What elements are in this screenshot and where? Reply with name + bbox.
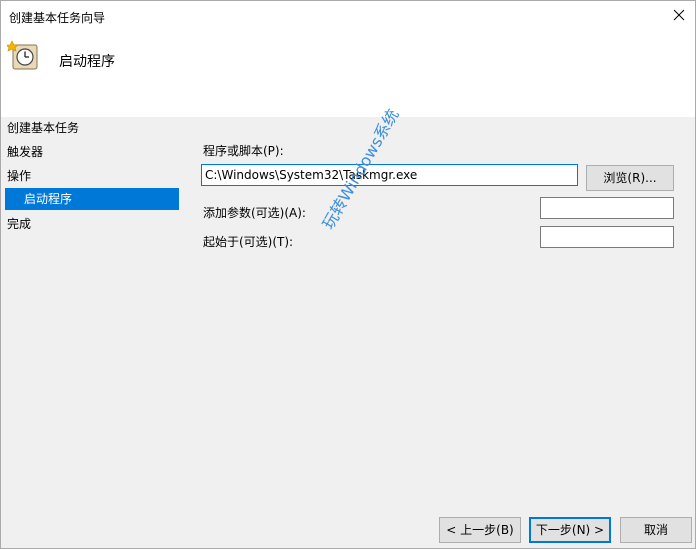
close-icon[interactable] [671, 7, 687, 23]
nav-step-start-program[interactable]: 启动程序 [5, 188, 179, 210]
wizard-steps-nav: 创建基本任务 触发器 操作 启动程序 完成 [1, 117, 181, 537]
nav-step-create-basic-task[interactable]: 创建基本任务 [7, 119, 79, 136]
nav-step-action[interactable]: 操作 [7, 167, 31, 184]
wizard-header: 启动程序 [1, 31, 695, 117]
next-button[interactable]: 下一步(N) > [529, 517, 611, 543]
start-in-label: 起始于(可选)(T): [203, 235, 294, 249]
program-input[interactable] [201, 164, 578, 186]
back-button[interactable]: < 上一步(B) [439, 517, 521, 543]
program-label: 程序或脚本(P): [203, 144, 284, 158]
nav-step-finish[interactable]: 完成 [7, 215, 31, 232]
task-scheduler-clock-icon [7, 40, 38, 70]
window-title: 创建基本任务向导 [9, 11, 106, 25]
title-bar: 创建基本任务向导 [1, 1, 695, 31]
cancel-button[interactable]: 取消 [620, 517, 692, 543]
browse-button[interactable]: 浏览(R)... [586, 165, 674, 191]
page-heading: 启动程序 [59, 54, 115, 70]
start-in-input[interactable] [540, 226, 674, 248]
arguments-input[interactable] [540, 197, 674, 219]
nav-step-trigger[interactable]: 触发器 [7, 143, 43, 160]
wizard-window: 创建基本任务向导 启动程序 创建基本任务 触发器 操作 启动程序 完成 程序或脚… [0, 0, 696, 549]
arguments-label: 添加参数(可选)(A): [203, 206, 306, 220]
